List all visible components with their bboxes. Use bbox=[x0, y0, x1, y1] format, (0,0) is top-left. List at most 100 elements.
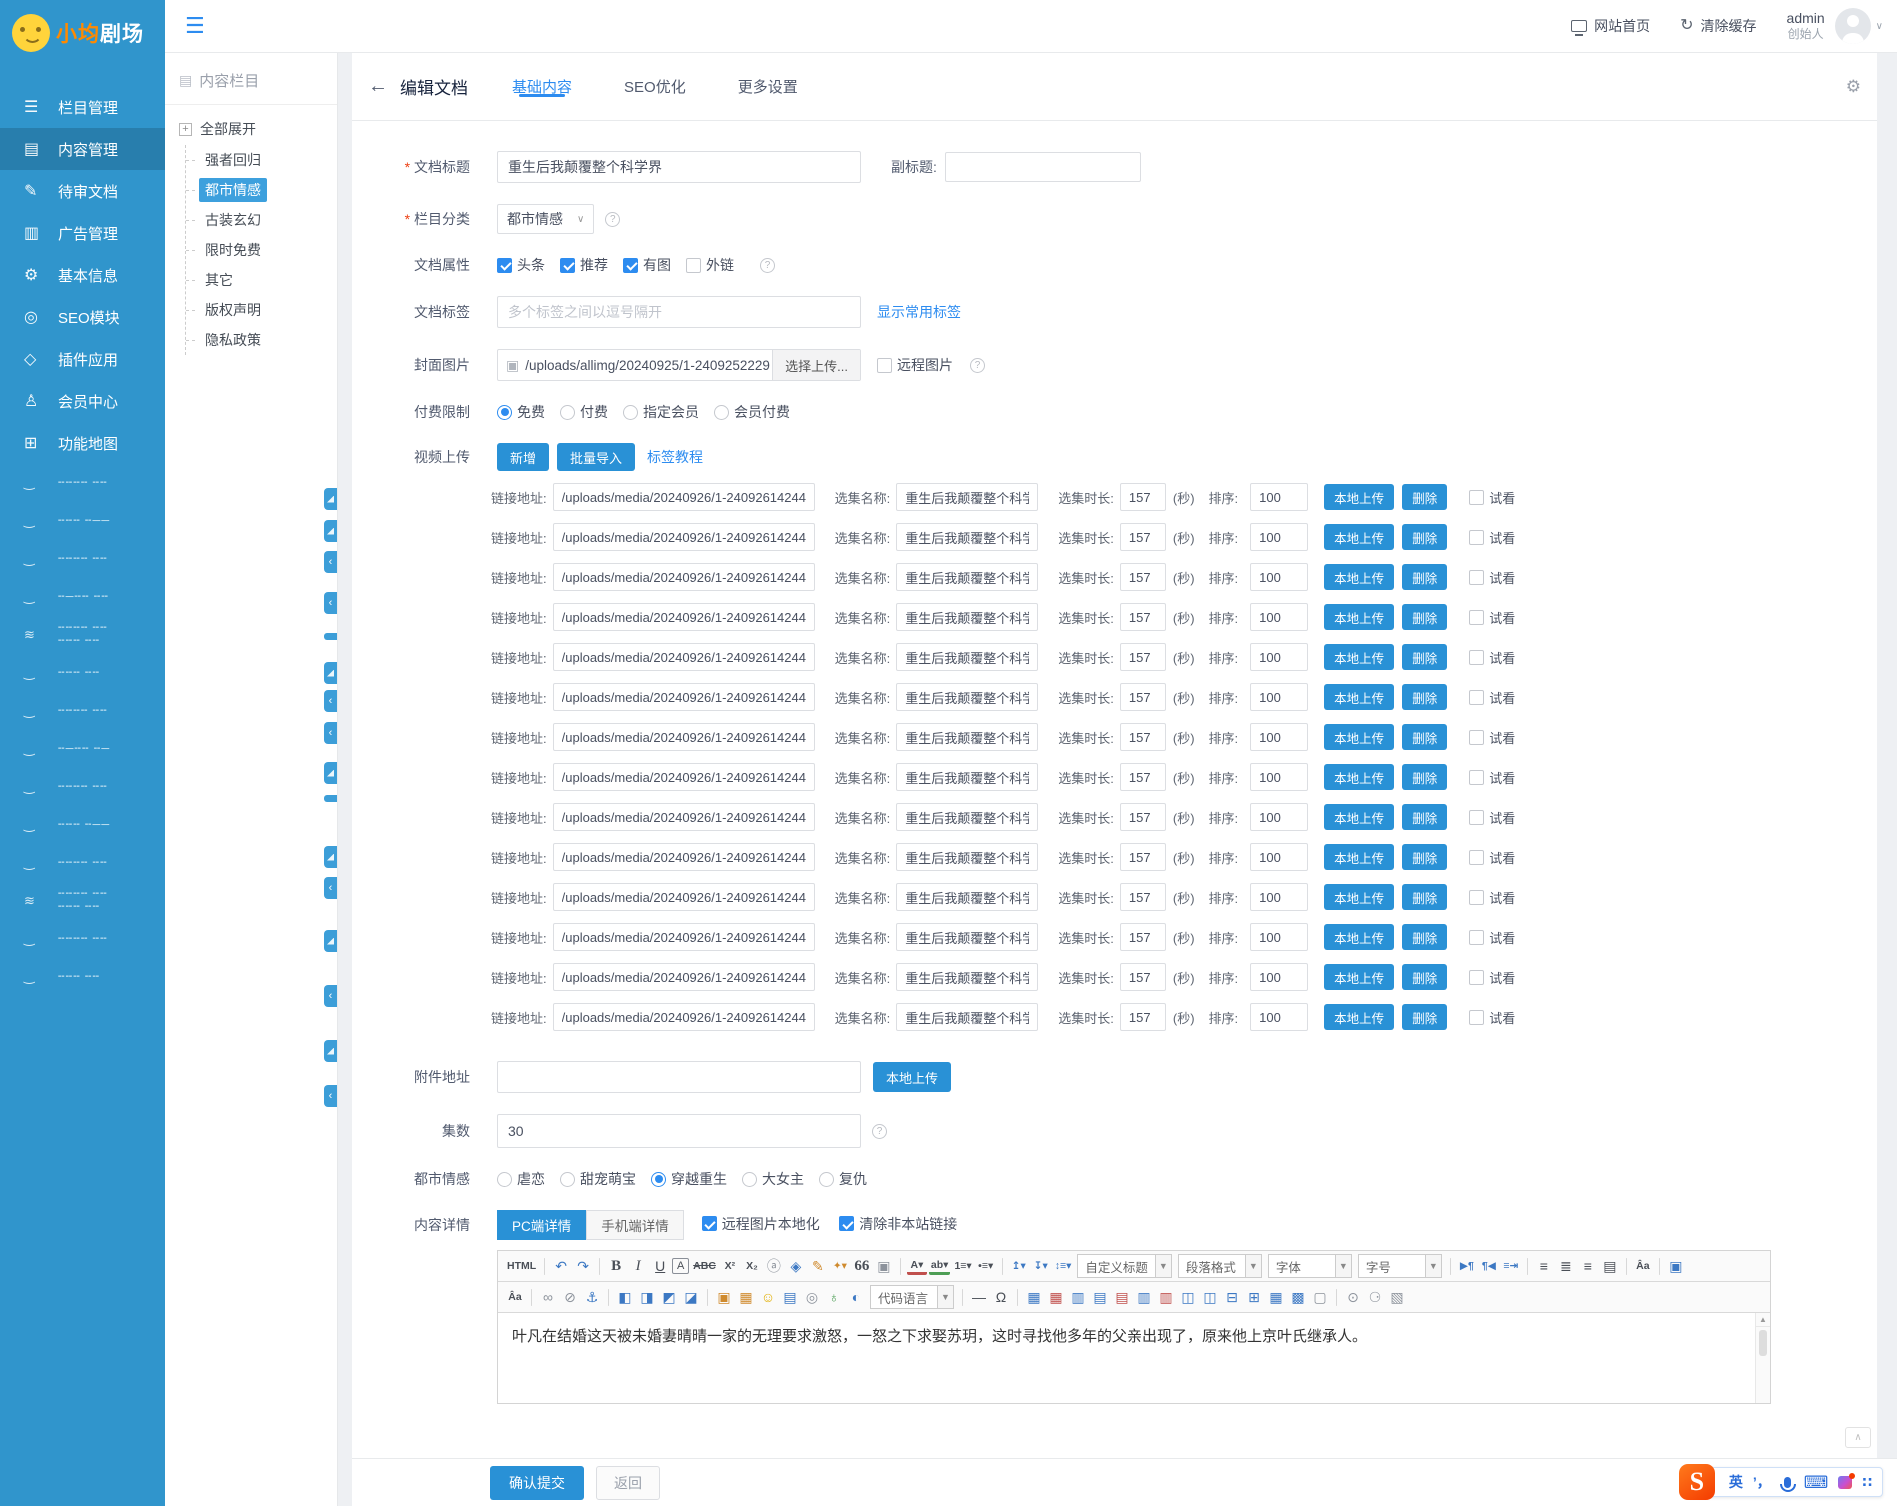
help-icon[interactable]: ? bbox=[872, 1124, 887, 1139]
panel-edge-button[interactable] bbox=[324, 662, 337, 684]
video-duration-input[interactable] bbox=[1120, 603, 1166, 631]
ime-mode-button[interactable]: 英 bbox=[1729, 1475, 1743, 1489]
payment-radio[interactable]: 付费 bbox=[560, 402, 608, 422]
delete-button[interactable]: 删除 bbox=[1402, 964, 1447, 990]
panel-edge-button[interactable]: ‹ bbox=[324, 985, 337, 1007]
tree-item[interactable]: 其它 bbox=[186, 265, 325, 295]
panel-edge-button[interactable]: ‹ bbox=[324, 722, 337, 744]
local-upload-button[interactable]: 本地上传 bbox=[1324, 564, 1394, 590]
horizontal-rule-icon[interactable]: — bbox=[969, 1286, 989, 1308]
tab[interactable]: 基础内容 bbox=[508, 76, 576, 97]
sidebar-placeholder-item[interactable]: ‿ ╌╌╌╌ ╌╌ bbox=[0, 920, 165, 958]
video-sort-input[interactable] bbox=[1250, 723, 1308, 751]
video-duration-input[interactable] bbox=[1120, 563, 1166, 591]
panel-edge-button[interactable] bbox=[324, 520, 337, 542]
local-upload-button[interactable]: 本地上传 bbox=[1324, 1004, 1394, 1030]
undo-icon[interactable]: ↶ bbox=[551, 1255, 571, 1277]
payment-radio[interactable]: 会员付费 bbox=[714, 402, 790, 422]
attachment-upload-button[interactable]: 本地上传 bbox=[873, 1062, 951, 1092]
doc-title-input[interactable] bbox=[497, 151, 861, 183]
site-home-button[interactable]: 网站首页 bbox=[1571, 16, 1650, 36]
video-duration-input[interactable] bbox=[1120, 683, 1166, 711]
toolbar-separator[interactable] bbox=[962, 1289, 963, 1306]
video-name-input[interactable] bbox=[896, 483, 1038, 511]
attribute-checkbox[interactable]: 头条 bbox=[497, 255, 545, 275]
local-upload-button[interactable]: 本地上传 bbox=[1324, 804, 1394, 830]
emotion-icon[interactable]: ☺ bbox=[758, 1286, 778, 1308]
autolink-icon[interactable]: ⓐ bbox=[764, 1255, 784, 1277]
video-name-input[interactable] bbox=[896, 843, 1038, 871]
video-url-input[interactable] bbox=[553, 923, 815, 951]
local-upload-button[interactable]: 本地上传 bbox=[1324, 884, 1394, 910]
delete-button[interactable]: 删除 bbox=[1402, 844, 1447, 870]
tree-item[interactable]: 版权声明 bbox=[186, 295, 325, 325]
delete-button[interactable]: 删除 bbox=[1402, 724, 1447, 750]
video-name-input[interactable] bbox=[896, 643, 1038, 671]
video-url-input[interactable] bbox=[553, 643, 815, 671]
delete-button[interactable]: 删除 bbox=[1402, 924, 1447, 950]
insert-table-icon[interactable]: ▦ bbox=[1024, 1286, 1044, 1308]
local-upload-button[interactable]: 本地上传 bbox=[1324, 644, 1394, 670]
scroll-up-icon[interactable]: ▲ bbox=[1756, 1313, 1770, 1327]
expand-all-button[interactable]: + 全部展开 bbox=[179, 119, 325, 139]
sidebar-item-seo[interactable]: ◎ SEO模块 bbox=[0, 296, 165, 338]
preview-checkbox[interactable]: 试看 bbox=[1469, 808, 1515, 827]
back-button[interactable]: ← bbox=[368, 75, 388, 98]
genre-radio[interactable]: 虐恋 bbox=[497, 1169, 545, 1189]
preview-checkbox[interactable]: 试看 bbox=[1469, 568, 1515, 587]
chevron-down-icon[interactable]: ∨ bbox=[1876, 21, 1883, 32]
video-duration-input[interactable] bbox=[1120, 523, 1166, 551]
tab[interactable]: 更多设置 bbox=[734, 76, 802, 97]
video-duration-input[interactable] bbox=[1120, 643, 1166, 671]
sidebar-item-sitemap[interactable]: ⊞ 功能地图 bbox=[0, 422, 165, 464]
user-menu[interactable]: admin 创始人 bbox=[1787, 10, 1825, 43]
hamburger-menu-icon[interactable]: ☰ bbox=[185, 15, 205, 37]
toolbar-separator[interactable] bbox=[1450, 1258, 1451, 1275]
sidebar-item-review[interactable]: ✎ 待审文档 bbox=[0, 170, 165, 212]
indent-left-icon[interactable]: ◩ bbox=[659, 1286, 679, 1308]
video-name-input[interactable] bbox=[896, 603, 1038, 631]
superscript-icon[interactable]: X² bbox=[720, 1255, 740, 1277]
delete-button[interactable]: 删除 bbox=[1402, 564, 1447, 590]
remote-image-checkbox[interactable]: 远程图片 bbox=[877, 355, 953, 375]
video-url-input[interactable] bbox=[553, 523, 815, 551]
insert-video-icon[interactable]: ▤ bbox=[780, 1286, 800, 1308]
full-table-icon[interactable]: ▩ bbox=[1288, 1286, 1308, 1308]
preview-checkbox[interactable]: 试看 bbox=[1469, 728, 1515, 747]
toolbar-separator[interactable] bbox=[1659, 1258, 1660, 1275]
delete-button[interactable]: 删除 bbox=[1402, 524, 1447, 550]
delete-button[interactable]: 删除 bbox=[1402, 764, 1447, 790]
delete-button[interactable]: 删除 bbox=[1402, 644, 1447, 670]
local-upload-button[interactable]: 本地上传 bbox=[1324, 484, 1394, 510]
sidebar-placeholder-item[interactable]: ‿ ╌╌╌ ╌── bbox=[0, 806, 165, 844]
video-duration-input[interactable] bbox=[1120, 723, 1166, 751]
unlink-icon[interactable]: ⊘ bbox=[560, 1286, 580, 1308]
panel-edge-button[interactable] bbox=[324, 846, 337, 868]
local-upload-button[interactable]: 本地上传 bbox=[1324, 604, 1394, 630]
panel-edge-button[interactable]: ‹ bbox=[324, 690, 337, 712]
preview-checkbox[interactable]: 试看 bbox=[1469, 488, 1515, 507]
video-sort-input[interactable] bbox=[1250, 1003, 1308, 1031]
panel-edge-button[interactable] bbox=[324, 930, 337, 952]
eraser-icon[interactable]: ◈ bbox=[786, 1255, 806, 1277]
special-chars-icon[interactable]: Ω bbox=[991, 1286, 1011, 1308]
sidebar-placeholder-item[interactable]: ‿ ╌╌╌╌ ╌╌ bbox=[0, 844, 165, 882]
video-sort-input[interactable] bbox=[1250, 483, 1308, 511]
code-language-select[interactable]: 代码语言 ▼ bbox=[870, 1285, 954, 1309]
toolbar-separator[interactable] bbox=[531, 1289, 532, 1306]
delete-button[interactable]: 删除 bbox=[1402, 884, 1447, 910]
sidebar-placeholder-item[interactable]: ‿ ╌╌╌ ╌╌ bbox=[0, 654, 165, 692]
font-color-icon[interactable]: A▾ bbox=[907, 1257, 927, 1275]
indent-icon[interactable]: ≡⇥ bbox=[1501, 1255, 1521, 1277]
align-right-icon[interactable]: ≡ bbox=[1578, 1255, 1598, 1277]
toolbar-separator[interactable] bbox=[1002, 1258, 1003, 1275]
add-video-button[interactable]: 新增 bbox=[497, 443, 549, 471]
payment-radio[interactable]: 指定会员 bbox=[623, 402, 699, 422]
video-duration-input[interactable] bbox=[1120, 483, 1166, 511]
toolbar-separator[interactable] bbox=[1527, 1258, 1528, 1275]
category-select[interactable]: 都市情感 ∨ bbox=[497, 204, 594, 234]
panel-edge-button[interactable]: ‹ bbox=[324, 1085, 337, 1107]
genre-radio[interactable]: 复仇 bbox=[819, 1169, 867, 1189]
unordered-list-icon[interactable]: •≡▾ bbox=[976, 1255, 996, 1277]
content-option-checkbox[interactable]: 清除非本站链接 bbox=[839, 1214, 957, 1234]
